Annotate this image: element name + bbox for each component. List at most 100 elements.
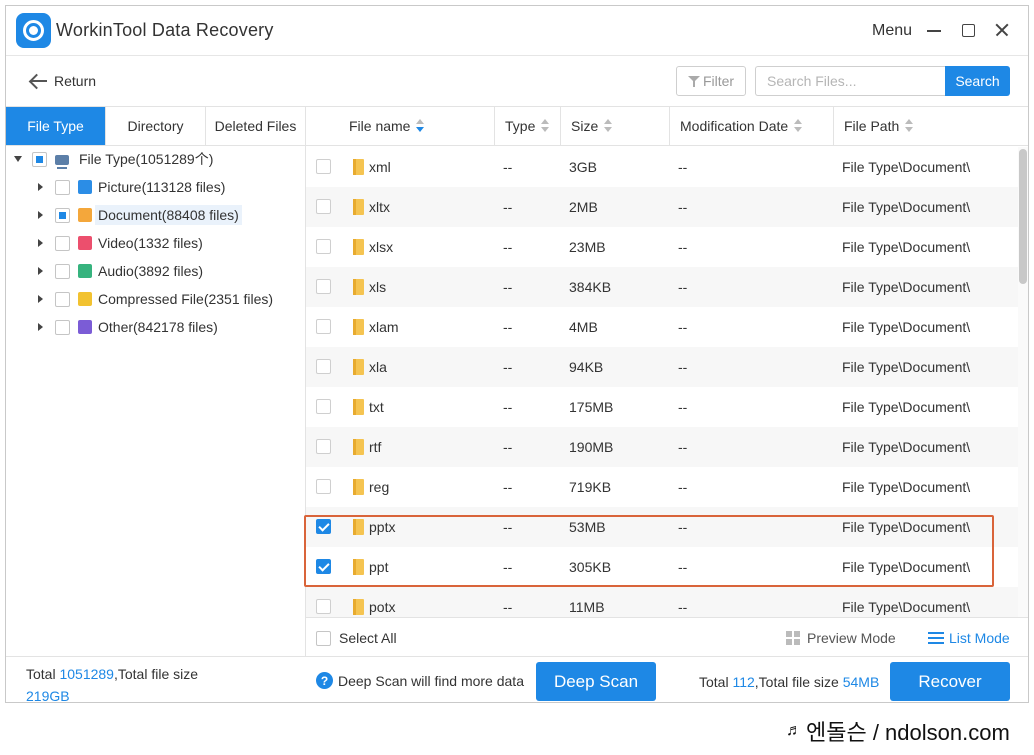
scrollbar-thumb[interactable] — [1019, 149, 1027, 284]
tree-item-label: Picture(113128 files) — [98, 179, 226, 195]
tree-item-compressed[interactable]: Compressed File(2351 files) — [38, 286, 273, 312]
file-name: xls — [369, 279, 387, 295]
audio-icon — [78, 264, 92, 278]
sort-icon[interactable] — [604, 119, 613, 133]
video-icon — [78, 236, 92, 250]
help-icon[interactable]: ? — [316, 672, 333, 689]
column-size[interactable]: Size — [560, 107, 669, 145]
caret-right-icon[interactable] — [38, 211, 43, 219]
selected-size: 54MB — [842, 674, 880, 690]
sort-icon[interactable] — [905, 119, 914, 133]
column-file-path[interactable]: File Path — [833, 107, 1028, 145]
select-all[interactable]: Select All — [316, 630, 397, 646]
file-table-body: xml -- 3GB -- File Type\Document\ xltx -- 2MB --… — [306, 147, 1018, 617]
table-row[interactable]: rtf -- 190MB -- File Type\Document\ — [306, 427, 1018, 467]
row-checkbox[interactable] — [316, 519, 331, 534]
tab-deleted-files[interactable]: Deleted Files — [206, 107, 305, 145]
tree-root[interactable]: File Type(1051289个) — [14, 146, 213, 172]
row-checkbox[interactable] — [316, 399, 331, 414]
tree-item-video[interactable]: Video(1332 files) — [38, 230, 203, 256]
row-checkbox[interactable] — [316, 159, 331, 174]
tree-item-checkbox[interactable] — [55, 263, 70, 279]
sort-icon[interactable] — [541, 119, 550, 133]
total-mid: ,Total file size — [113, 666, 199, 682]
caret-right-icon[interactable] — [38, 323, 43, 331]
table-row[interactable]: txt -- 175MB -- File Type\Document\ — [306, 387, 1018, 427]
row-checkbox[interactable] — [316, 319, 331, 334]
caret-right-icon[interactable] — [38, 267, 43, 275]
sort-icon[interactable] — [794, 119, 803, 133]
table-row[interactable]: xml -- 3GB -- File Type\Document\ — [306, 147, 1018, 187]
row-checkbox[interactable] — [316, 439, 331, 454]
filter-icon — [687, 75, 700, 87]
caret-down-icon[interactable] — [14, 156, 22, 162]
file-date-cell: -- — [678, 279, 688, 295]
music-note-icon: ♬ — [786, 722, 802, 739]
table-row[interactable]: xlsx -- 23MB -- File Type\Document\ — [306, 227, 1018, 267]
folder-icon — [353, 439, 364, 455]
preview-mode-button[interactable]: Preview Mode — [786, 630, 896, 646]
other-file-icon — [78, 320, 92, 334]
table-row[interactable]: ppt -- 305KB -- File Type\Document\ — [306, 547, 1018, 587]
total-summary: Total 1051289,Total file size 219GB — [26, 663, 226, 707]
caret-right-icon[interactable] — [38, 295, 43, 303]
return-button[interactable]: Return — [28, 70, 96, 92]
row-checkbox[interactable] — [316, 199, 331, 214]
table-row[interactable]: xlam -- 4MB -- File Type\Document\ — [306, 307, 1018, 347]
row-checkbox[interactable] — [316, 599, 331, 614]
table-row[interactable]: potx -- 11MB -- File Type\Document\ — [306, 587, 1018, 617]
file-name: rtf — [369, 439, 382, 455]
tree-item-checkbox[interactable] — [55, 235, 70, 251]
tree-item-picture[interactable]: Picture(113128 files) — [38, 174, 225, 200]
file-path-cell: File Type\Document\ — [842, 319, 971, 335]
caret-right-icon[interactable] — [38, 239, 43, 247]
table-row[interactable]: reg -- 719KB -- File Type\Document\ — [306, 467, 1018, 507]
file-name-cell: txt — [353, 387, 384, 427]
menu-button[interactable]: Menu — [872, 22, 912, 40]
deep-scan-button[interactable]: Deep Scan — [536, 662, 656, 701]
caret-right-icon[interactable] — [38, 183, 43, 191]
search-input[interactable] — [755, 66, 946, 96]
maximize-icon[interactable] — [957, 18, 981, 42]
row-checkbox[interactable] — [316, 359, 331, 374]
tab-file-type[interactable]: File Type — [6, 107, 106, 145]
tree-item-checkbox[interactable] — [55, 291, 70, 307]
minimize-icon[interactable] — [923, 18, 947, 42]
sort-icon[interactable] — [416, 119, 425, 133]
close-icon[interactable] — [990, 18, 1014, 42]
column-modification-date[interactable]: Modification Date — [669, 107, 833, 145]
tree-item-other[interactable]: Other(842178 files) — [38, 314, 218, 340]
view-tabs: File Type Directory Deleted Files — [6, 107, 305, 146]
table-row[interactable]: xls -- 384KB -- File Type\Document\ — [306, 267, 1018, 307]
column-type[interactable]: Type — [494, 107, 560, 145]
file-name-cell: potx — [353, 587, 395, 617]
row-checkbox[interactable] — [316, 559, 331, 574]
tree-root-checkbox[interactable] — [32, 151, 47, 167]
file-type-cell: -- — [503, 359, 513, 375]
vertical-scrollbar[interactable] — [1018, 147, 1028, 617]
table-row[interactable]: pptx -- 53MB -- File Type\Document\ — [306, 507, 1018, 547]
folder-icon — [353, 279, 364, 295]
table-row[interactable]: xla -- 94KB -- File Type\Document\ — [306, 347, 1018, 387]
row-checkbox[interactable] — [316, 279, 331, 294]
list-mode-button[interactable]: List Mode — [928, 630, 1010, 646]
app-logo-icon — [16, 13, 51, 48]
recover-button[interactable]: Recover — [890, 662, 1010, 701]
tree-item-checkbox[interactable] — [55, 179, 70, 195]
folder-icon — [353, 359, 364, 375]
tab-directory[interactable]: Directory — [106, 107, 206, 145]
filter-button[interactable]: Filter — [676, 66, 746, 96]
row-checkbox[interactable] — [316, 239, 331, 254]
tree-item-checkbox[interactable] — [55, 207, 70, 223]
file-name: potx — [369, 599, 396, 615]
tree-item-document[interactable]: Document(88408 files) — [38, 202, 242, 228]
select-all-checkbox[interactable] — [316, 630, 331, 646]
file-name: ppt — [369, 559, 389, 575]
search-button[interactable]: Search — [945, 66, 1010, 96]
column-file-name[interactable]: File name — [306, 107, 494, 145]
table-row[interactable]: xltx -- 2MB -- File Type\Document\ — [306, 187, 1018, 227]
tree-item-label: Other(842178 files) — [98, 319, 218, 335]
tree-item-audio[interactable]: Audio(3892 files) — [38, 258, 203, 284]
tree-item-checkbox[interactable] — [55, 319, 70, 335]
row-checkbox[interactable] — [316, 479, 331, 494]
